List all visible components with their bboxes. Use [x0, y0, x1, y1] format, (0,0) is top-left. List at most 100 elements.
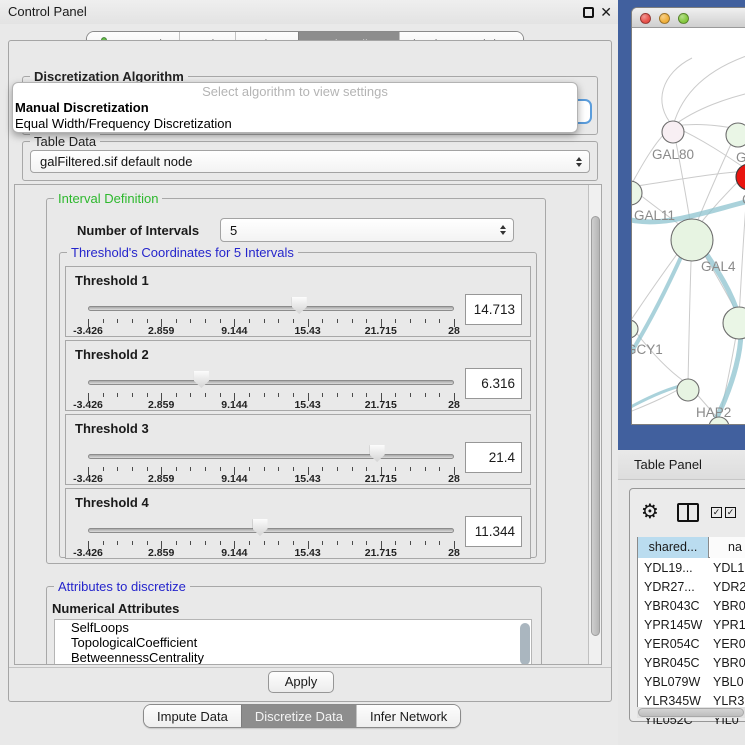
threshold-slider-track[interactable]	[88, 306, 454, 311]
table-row[interactable]: YER054CYER0	[638, 635, 745, 654]
threshold-slider-thumb[interactable]	[370, 445, 385, 462]
table-row[interactable]: YDR27...YDR2	[638, 578, 745, 597]
slider-tick	[147, 393, 148, 397]
threshold-slider-track[interactable]	[88, 380, 454, 385]
checkbox-icon[interactable]: ✓	[725, 507, 736, 518]
threshold-slider-thumb[interactable]	[194, 371, 209, 388]
threshold-slider-track[interactable]	[88, 454, 454, 459]
close-traffic-light-icon[interactable]	[640, 13, 651, 24]
combobox-stepper-icon[interactable]	[500, 225, 506, 235]
threshold-slider-track[interactable]	[88, 528, 454, 533]
threshold-slider-thumb[interactable]	[292, 297, 307, 314]
checkbox-icon[interactable]: ✓	[711, 507, 722, 518]
slider-tick-label: 2.859	[148, 399, 174, 411]
slider-tick-label: 9.144	[221, 399, 247, 411]
network-node[interactable]	[671, 219, 713, 261]
slider-tick	[439, 319, 440, 323]
slider-tick	[147, 467, 148, 471]
table-row[interactable]: YBR045CYBR0	[638, 654, 745, 673]
table-row[interactable]: YDL19...YDL1	[638, 559, 745, 578]
algorithm-placeholder-item[interactable]: Select algorithm to view settings	[13, 83, 577, 100]
threshold-value-field[interactable]: 11.344	[465, 516, 522, 547]
panel-scrollbar-thumb[interactable]	[591, 216, 600, 636]
table-panel-title: Table Panel	[634, 457, 702, 472]
table-data-combobox[interactable]: galFiltered.sif default node	[30, 150, 590, 173]
list-scrollbar[interactable]	[520, 623, 530, 665]
column-header-name[interactable]: na	[710, 537, 745, 558]
number-of-intervals-combobox[interactable]: 5	[220, 218, 514, 242]
panel-scrollbar[interactable]	[588, 185, 601, 664]
apply-button[interactable]: Apply	[268, 671, 334, 693]
slider-tick	[366, 467, 367, 471]
attribute-list-item[interactable]: SelfLoops	[55, 620, 531, 635]
slider-tick	[395, 393, 396, 397]
slider-tick	[190, 541, 191, 545]
combobox-stepper-icon[interactable]	[576, 157, 582, 167]
slider-tick	[117, 393, 118, 397]
table-cell-shared-name: YDR27...	[644, 578, 695, 597]
attributes-group-title: Attributes to discretize	[54, 579, 190, 594]
column-header-shared-name[interactable]: shared...	[638, 537, 709, 558]
slider-tick	[410, 393, 411, 397]
attributes-group: Attributes to discretize Numerical Attri…	[46, 586, 542, 665]
network-node[interactable]	[632, 320, 638, 338]
float-window-icon[interactable]	[583, 7, 594, 18]
network-node[interactable]	[632, 181, 642, 205]
slider-tick	[264, 467, 265, 471]
gear-icon[interactable]: ⚙	[641, 501, 659, 523]
slider-tick	[220, 393, 221, 397]
network-node[interactable]	[736, 164, 745, 190]
slider-tick	[352, 467, 353, 471]
minimize-traffic-light-icon[interactable]	[659, 13, 670, 24]
slider-tick	[249, 541, 250, 545]
network-node[interactable]	[662, 121, 684, 143]
slider-tick	[352, 319, 353, 323]
table-row[interactable]: YPR145W YPR1	[638, 616, 745, 635]
network-canvas[interactable]: GAL80GACGAL11GAL4HGCY1HAP2	[632, 29, 745, 425]
threshold-value-field[interactable]: 14.713	[465, 294, 522, 325]
table-horizontal-scrollbar[interactable]	[637, 707, 745, 718]
slider-tick-label: 28	[448, 325, 460, 337]
network-node[interactable]	[677, 379, 699, 401]
table-horizontal-scrollbar-thumb[interactable]	[638, 708, 744, 717]
slider-tick	[147, 319, 148, 323]
attribute-list-item[interactable]: BetweennessCentrality	[55, 650, 531, 665]
slider-tick-label: -3.426	[73, 399, 103, 411]
zoom-traffic-light-icon[interactable]	[678, 13, 689, 24]
table-columns-icon[interactable]	[677, 503, 699, 522]
table-cell-shared-name: YBL079W	[644, 673, 700, 692]
table-cell-shared-name: YPR145W	[644, 616, 702, 635]
network-node[interactable]	[726, 123, 745, 147]
table-row[interactable]: YBL079WYBL0	[638, 673, 745, 692]
table-cell-name: YBR0	[713, 654, 745, 673]
table-panel-titlebar: Table Panel	[618, 450, 745, 480]
threshold-value-field[interactable]: 6.316	[465, 368, 522, 399]
numerical-attributes-list[interactable]: SelfLoopsTopologicalCoefficientBetweenne…	[54, 619, 532, 665]
slider-tick	[117, 541, 118, 545]
tab-label: Impute Data	[157, 709, 228, 724]
table-cell-name: YPR1	[713, 616, 745, 635]
slider-tick	[395, 541, 396, 545]
slider-tick	[322, 319, 323, 323]
threshold-label: Threshold 2	[75, 347, 149, 362]
slider-tick	[176, 541, 177, 545]
network-node[interactable]	[723, 307, 745, 339]
algorithm-item-equal-width[interactable]: Equal Width/Frequency Discretization	[13, 116, 577, 132]
slider-tick-label: -3.426	[73, 473, 103, 485]
threshold-panel: Threshold 1-3.4262.8599.14415.4321.71528…	[65, 266, 531, 337]
algorithm-item-manual[interactable]: Manual Discretization	[13, 100, 577, 116]
tab-impute-data[interactable]: Impute Data	[144, 705, 241, 727]
slider-tick	[439, 541, 440, 545]
slider-tick	[293, 393, 294, 397]
slider-tick	[366, 319, 367, 323]
slider-tick	[103, 319, 104, 323]
table-row[interactable]: YBR043CYBR0	[638, 597, 745, 616]
close-icon[interactable]: ✕	[600, 5, 612, 19]
slider-tick-label: 2.859	[148, 547, 174, 559]
threshold-value-field[interactable]: 21.4	[465, 442, 522, 473]
threshold-coordinates-group: Threshold's Coordinates for 5 Intervals …	[59, 252, 537, 558]
attribute-list-item[interactable]: TopologicalCoefficient	[55, 635, 531, 650]
threshold-slider-thumb[interactable]	[253, 519, 268, 536]
tab-discretize-data[interactable]: Discretize Data	[241, 705, 356, 727]
tab-infer-network[interactable]: Infer Network	[356, 705, 460, 727]
